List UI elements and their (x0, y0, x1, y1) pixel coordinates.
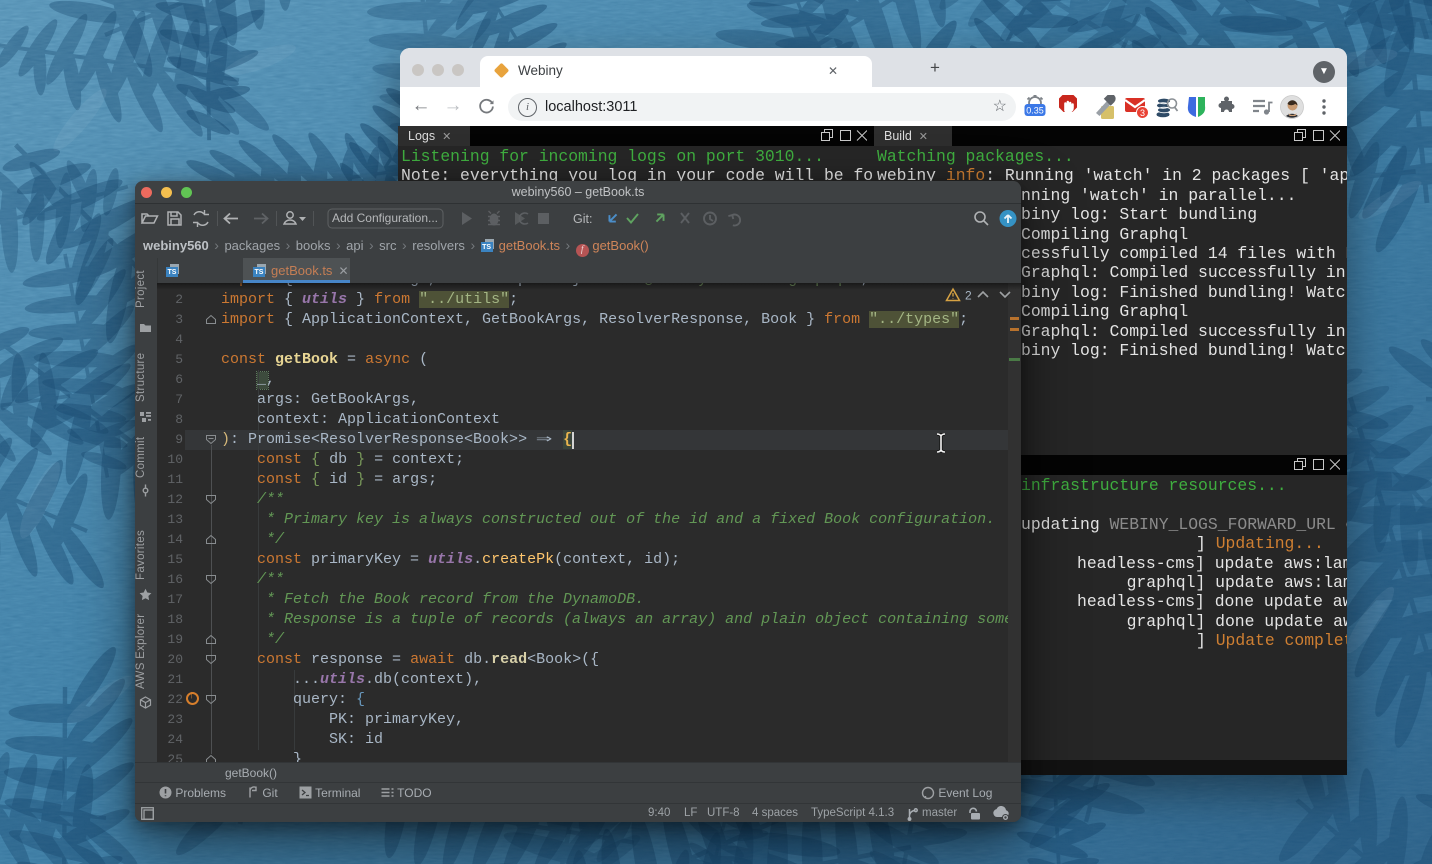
svg-text:Git:: Git: (573, 212, 592, 226)
svg-text:3: 3 (1140, 108, 1145, 118)
svg-text:Add Configuration...: Add Configuration... (332, 211, 438, 225)
svg-text:0.35: 0.35 (1026, 106, 1044, 116)
svg-text:2: 2 (965, 289, 972, 303)
